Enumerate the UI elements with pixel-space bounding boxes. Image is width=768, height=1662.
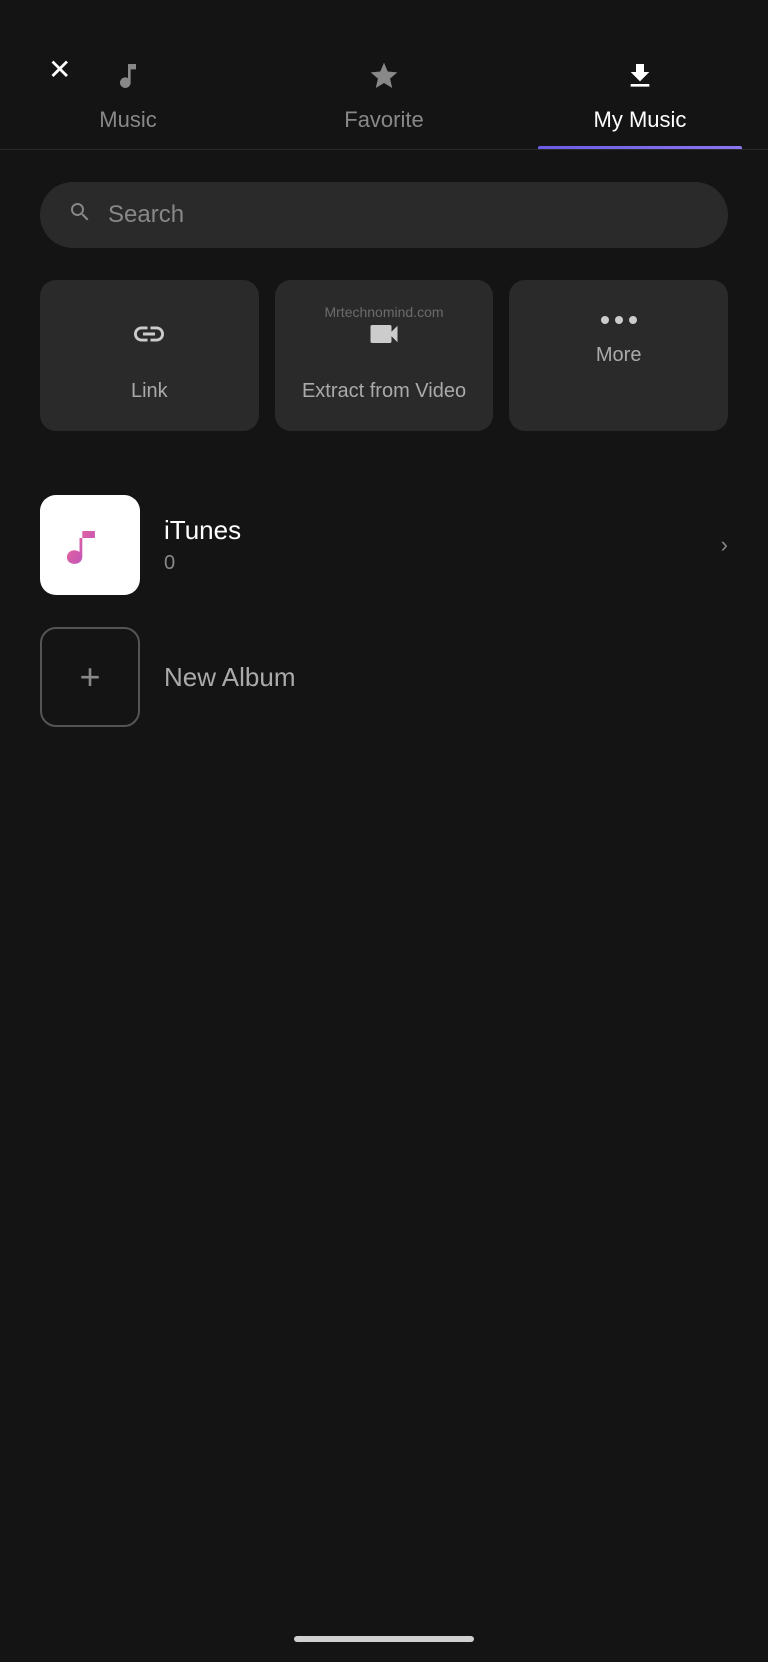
search-input[interactable] (108, 201, 700, 229)
tab-favorite-label: Favorite (344, 107, 423, 133)
itunes-item[interactable]: iTunes 0 › (40, 479, 728, 611)
new-album-icon: + (40, 627, 140, 727)
itunes-count: 0 (164, 552, 697, 575)
library-list: iTunes 0 › + New Album (0, 463, 768, 759)
link-label: Link (131, 380, 168, 403)
music-icon (112, 60, 144, 99)
new-album-label: New Album (164, 662, 296, 693)
search-icon (68, 200, 92, 230)
search-bar[interactable] (40, 182, 728, 248)
itunes-icon-container (40, 495, 140, 595)
tab-favorite[interactable]: Favorite (256, 40, 512, 149)
more-icon (601, 316, 637, 324)
extract-video-label: Extract from Video (302, 380, 466, 403)
more-label: More (596, 344, 642, 367)
home-indicator (294, 1636, 474, 1642)
download-icon (624, 60, 656, 99)
link-icon (131, 316, 167, 360)
star-icon (368, 60, 400, 99)
itunes-svg (55, 510, 125, 580)
itunes-info: iTunes 0 (164, 515, 697, 575)
plus-icon: + (79, 656, 100, 698)
itunes-logo (40, 495, 140, 595)
dot3 (629, 316, 637, 324)
chevron-right-icon: › (721, 532, 728, 558)
dot2 (615, 316, 623, 324)
video-icon (366, 316, 402, 360)
tab-my-music[interactable]: My Music (512, 40, 768, 149)
more-button[interactable]: More (509, 280, 728, 431)
tab-music[interactable]: Music (0, 40, 256, 149)
extract-video-button[interactable]: Extract from Video (275, 280, 494, 431)
tab-bar: Music Favorite My Music (0, 0, 768, 150)
new-album-item[interactable]: + New Album (40, 611, 728, 743)
search-section: Mrtechnomind.com (0, 150, 768, 280)
tab-my-music-label: My Music (594, 107, 687, 133)
itunes-title: iTunes (164, 515, 697, 546)
link-button[interactable]: Link (40, 280, 259, 431)
dot1 (601, 316, 609, 324)
action-buttons: Link Extract from Video More (0, 280, 768, 463)
tab-music-label: Music (99, 107, 156, 133)
